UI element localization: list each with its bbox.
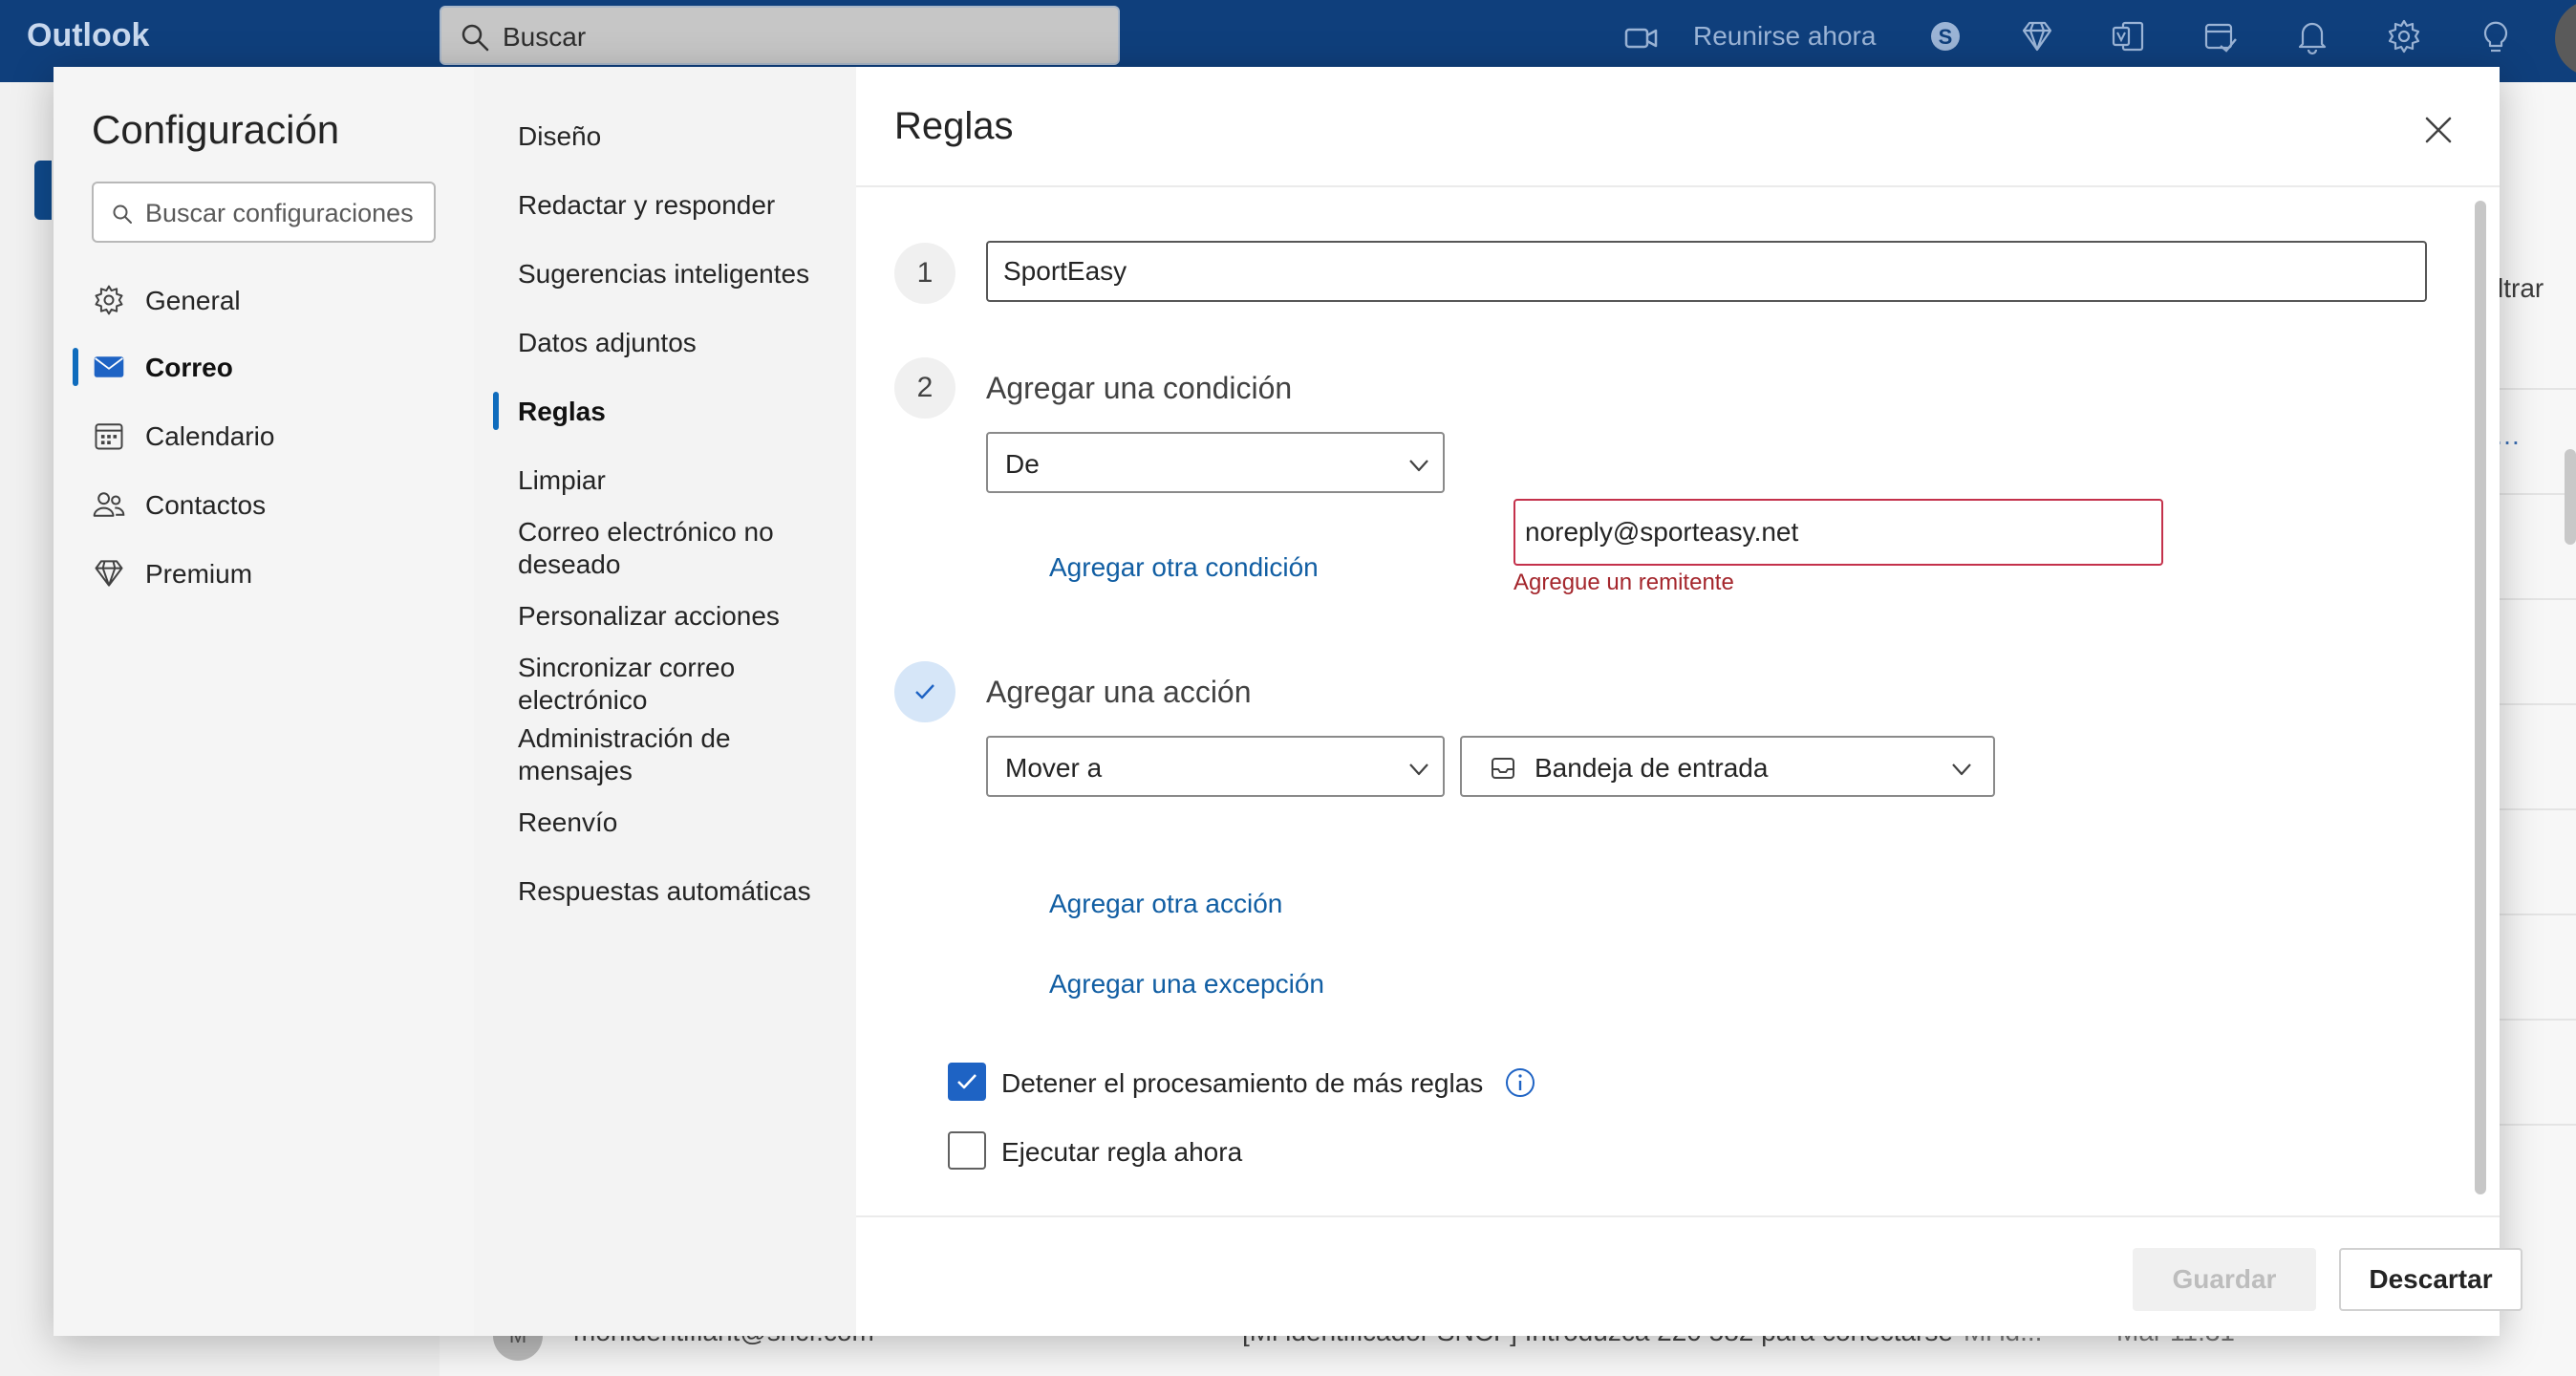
section-no-deseado[interactable]: Correo electrónico no deseado	[518, 516, 843, 581]
video-icon	[1624, 28, 1658, 49]
stop-processing-checkbox[interactable]	[948, 1063, 986, 1101]
category-label: General	[145, 286, 241, 315]
background-scrollbar	[2565, 449, 2576, 545]
app-brand[interactable]: Outlook	[27, 17, 149, 54]
section-adjuntos[interactable]: Datos adjuntos	[518, 327, 843, 359]
inbox-icon	[1492, 758, 1514, 779]
folder-value: Bandeja de entrada	[1535, 753, 1769, 783]
background-row-divider	[2499, 598, 2576, 600]
category-general[interactable]: General	[92, 273, 455, 327]
settings-search-input[interactable]	[145, 195, 422, 231]
sender-error-message: Agregue un remitente	[1513, 570, 1734, 595]
meet-now-label: Reunirse ahora	[1693, 21, 1877, 51]
global-search-box[interactable]: Buscar	[440, 6, 1120, 65]
section-respuestas[interactable]: Respuestas automáticas	[518, 875, 843, 908]
info-icon[interactable]	[1504, 1066, 1536, 1099]
condition-title: Agregar una condición	[986, 371, 1293, 405]
calendar-icon	[95, 423, 123, 450]
lightbulb-icon[interactable]	[2477, 17, 2515, 55]
category-calendario[interactable]: Calendario	[92, 409, 455, 462]
header-divider	[856, 185, 2500, 187]
category-contactos[interactable]: Contactos	[92, 478, 455, 531]
section-limpiar[interactable]: Limpiar	[518, 464, 843, 497]
diamond-icon	[95, 560, 123, 587]
condition-type-value: De	[1005, 449, 1040, 479]
chevron-down-icon	[1409, 460, 1428, 472]
checkmark-icon	[957, 1074, 977, 1089]
close-icon[interactable]	[2412, 103, 2465, 157]
background-row-divider	[2499, 388, 2576, 390]
category-label: Premium	[145, 559, 253, 589]
category-correo[interactable]: Correo	[92, 340, 455, 394]
run-now-label: Ejecutar regla ahora	[1001, 1137, 1243, 1167]
background-new-mail-button	[34, 161, 52, 220]
category-label: Correo	[145, 353, 233, 382]
category-label: Calendario	[145, 421, 275, 451]
section-sugerencias[interactable]: Sugerencias inteligentes	[518, 258, 843, 290]
gear-icon[interactable]	[2385, 17, 2423, 55]
rules-scrollbar[interactable]	[2475, 201, 2486, 1194]
background-row-divider	[2499, 703, 2576, 705]
settings-dialog: Configuración General Correo Calendario …	[54, 67, 2522, 1336]
step-3-badge	[894, 661, 955, 722]
background-row-divider	[2499, 1019, 2576, 1021]
section-diseno[interactable]: Diseño	[518, 120, 843, 153]
add-exception-link[interactable]: Agregar una excepción	[1049, 969, 1324, 1000]
settings-title: Configuración	[92, 107, 340, 152]
background-filter-label: ltrar	[2498, 273, 2544, 303]
step-1-badge: 1	[894, 243, 955, 304]
section-sincronizar[interactable]: Sincronizar correo electrónico	[518, 652, 843, 717]
rule-name-input[interactable]	[986, 241, 2427, 302]
section-reenvio[interactable]: Reenvío	[518, 806, 843, 839]
search-icon	[462, 24, 489, 52]
background-row-divider	[2499, 914, 2576, 915]
people-icon	[93, 492, 125, 517]
calendar-check-icon[interactable]	[2201, 17, 2240, 55]
stop-processing-label: Detener el procesamiento de más reglas	[1001, 1068, 1484, 1098]
background-row-divider	[2499, 1124, 2576, 1126]
rules-title: Reglas	[894, 105, 1014, 147]
global-search-label: Buscar	[503, 22, 587, 52]
settings-category-pane	[54, 67, 474, 1336]
mail-icon	[94, 356, 124, 377]
discard-button[interactable]: Descartar	[2339, 1248, 2522, 1311]
add-action-link[interactable]: Agregar otra acción	[1049, 889, 1282, 919]
avatar[interactable]	[2555, 0, 2576, 76]
folder-dropdown[interactable]: Bandeja de entrada	[1460, 736, 1995, 797]
run-now-checkbox[interactable]	[948, 1131, 986, 1170]
condition-type-dropdown[interactable]: De	[986, 432, 1445, 493]
section-reglas[interactable]: Reglas	[518, 396, 843, 428]
action-type-value: Mover a	[1005, 753, 1103, 783]
footer-divider	[856, 1215, 2500, 1217]
premium-diamond-icon[interactable]	[2018, 17, 2056, 55]
save-button[interactable]: Guardar	[2133, 1248, 2316, 1311]
section-administracion[interactable]: Administración de mensajes	[518, 722, 843, 787]
skype-icon[interactable]: S	[1926, 17, 1964, 55]
sender-input[interactable]	[1513, 499, 2163, 566]
meet-now-button[interactable]: Reunirse ahora	[1624, 19, 1911, 57]
settings-search-box[interactable]	[92, 182, 436, 243]
svg-text:S: S	[1939, 25, 1953, 49]
background-row-divider	[2499, 808, 2576, 810]
action-title: Agregar una acción	[986, 675, 1252, 709]
gear-icon	[95, 285, 123, 315]
action-type-dropdown[interactable]: Mover a	[986, 736, 1445, 797]
chevron-down-icon	[1409, 763, 1428, 776]
category-premium[interactable]: Premium	[92, 547, 455, 600]
checkmark-icon	[915, 684, 934, 699]
search-icon	[113, 204, 132, 224]
step-2-badge: 2	[894, 357, 955, 419]
office-icon[interactable]	[2110, 17, 2148, 55]
category-selection-indicator	[73, 348, 78, 386]
section-selection-indicator	[493, 392, 499, 430]
section-redactar[interactable]: Redactar y responder	[518, 189, 843, 222]
chevron-down-icon	[1952, 763, 1971, 776]
section-personalizar[interactable]: Personalizar acciones	[518, 600, 843, 633]
category-label: Contactos	[145, 490, 267, 520]
add-condition-link[interactable]: Agregar otra condición	[1049, 552, 1319, 583]
bell-icon[interactable]	[2293, 17, 2331, 55]
